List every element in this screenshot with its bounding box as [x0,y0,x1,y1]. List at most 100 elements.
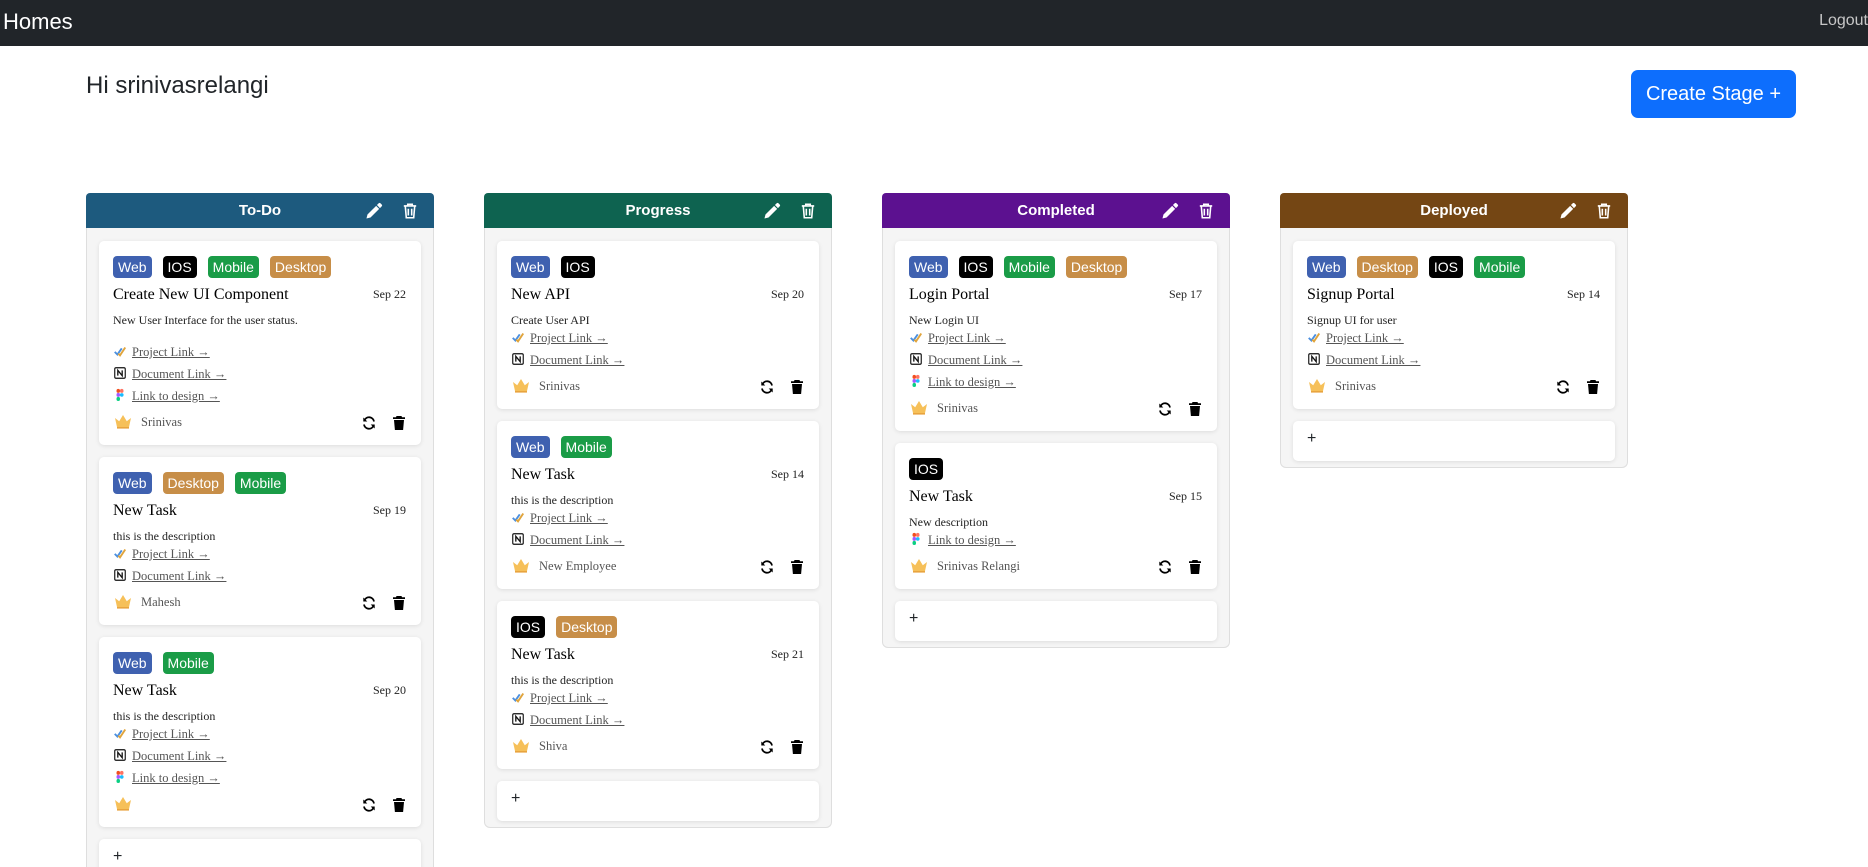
create-stage-button[interactable]: Create Stage + [1631,70,1796,118]
crown-icon [113,592,133,610]
edit-stage-pencil-icon[interactable] [763,202,781,220]
project-link[interactable]: Project Link → [113,726,210,742]
sync-icon[interactable] [759,379,775,395]
project-link[interactable]: Project Link → [511,330,608,346]
project-link[interactable]: Project Link → [1307,330,1404,346]
task-card[interactable]: Web Desktop IOS Mobile Signup Portal Sep 14 Si… [1293,241,1615,409]
stage-body: Web IOS Mobile Desktop Login Portal Sep 17 New… [882,228,1230,648]
tag-badge: Mobile [162,652,214,674]
design-link[interactable]: Link to design → [113,770,220,786]
sync-icon[interactable] [361,595,377,611]
delete-stage-trash-icon[interactable] [1197,202,1215,220]
task-card[interactable]: Web IOS Mobile Desktop Create New UI Compone… [99,241,421,445]
delete-task-icon[interactable] [391,415,407,431]
sync-icon[interactable] [1157,559,1173,575]
assignee [113,794,141,814]
project-icon [909,330,923,344]
document-link-label: Document Link → [530,713,625,727]
document-link[interactable]: Document Link → [1307,352,1420,368]
tag-list: Web IOS [511,256,606,278]
delete-stage-trash-icon[interactable] [401,202,419,220]
tag-list: IOS Desktop [511,616,628,638]
assignee: Srinivas [909,398,978,418]
sync-icon[interactable] [1555,379,1571,395]
document-link[interactable]: Document Link → [113,366,226,382]
assignee-name: Srinivas [539,379,580,393]
add-task-button[interactable]: + [895,601,1217,641]
sync-icon[interactable] [759,739,775,755]
edit-stage-pencil-icon[interactable] [1161,202,1179,220]
design-link-label: Link to design → [132,771,220,785]
design-link[interactable]: Link to design → [113,388,220,404]
task-description: New Login UI [909,313,979,327]
document-link[interactable]: Document Link → [511,352,624,368]
project-link-label: Project Link → [928,331,1006,345]
task-card[interactable]: IOS Desktop New Task Sep 21 this is the desc… [497,601,819,769]
add-task-button[interactable]: + [99,839,421,867]
tag-badge: Web [511,436,550,458]
design-link[interactable]: Link to design → [909,532,1016,548]
design-icon [909,532,923,546]
tag-list: Web Desktop IOS Mobile [1307,256,1536,278]
project-link[interactable]: Project Link → [511,510,608,526]
document-link[interactable]: Document Link → [113,748,226,764]
project-link[interactable]: Project Link → [909,330,1006,346]
delete-task-icon[interactable] [789,379,805,395]
delete-task-icon[interactable] [789,739,805,755]
task-description: New User Interface for the user status. [113,313,298,327]
stage-header: Completed [882,193,1230,228]
sync-icon[interactable] [361,415,377,431]
sync-icon[interactable] [361,797,377,813]
project-link[interactable]: Project Link → [511,690,608,706]
logout-link[interactable]: Logout [1819,12,1868,30]
document-link[interactable]: Document Link → [511,712,624,728]
delete-task-icon[interactable] [1585,379,1601,395]
tag-badge: Mobile [234,472,287,494]
tag-badge: Web [909,256,948,278]
project-link[interactable]: Project Link → [113,546,210,562]
task-date: Sep 15 [1169,489,1202,503]
project-link-label: Project Link → [1326,331,1404,345]
tag-list: Web IOS Mobile Desktop [909,256,1138,278]
delete-stage-trash-icon[interactable] [1595,202,1613,220]
document-link[interactable]: Document Link → [113,568,226,584]
task-card[interactable]: Web IOS Mobile Desktop Login Portal Sep 17 New… [895,241,1217,431]
project-link[interactable]: Project Link → [113,344,210,360]
task-card[interactable]: Web Mobile New Task Sep 20 this is the descr… [99,637,421,827]
project-icon [511,690,525,704]
delete-task-icon[interactable] [1187,401,1203,417]
delete-stage-trash-icon[interactable] [799,202,817,220]
assignee: New Employee [511,556,616,576]
tag-list: Web Mobile [113,652,225,674]
project-icon [113,726,127,740]
task-card[interactable]: IOS New Task Sep 15 New description Link to … [895,443,1217,589]
design-link[interactable]: Link to design → [909,374,1016,390]
add-task-button[interactable]: + [1293,421,1615,461]
task-card[interactable]: Web IOS New API Sep 20 Create User API Projec… [497,241,819,409]
design-icon [909,374,923,388]
delete-task-icon[interactable] [391,595,407,611]
task-card[interactable]: Web Desktop Mobile New Task Sep 19 this is th… [99,457,421,625]
crown-icon [113,794,133,812]
crown-icon [909,556,929,574]
sync-icon[interactable] [1157,401,1173,417]
tag-list: Web IOS Mobile Desktop [113,256,342,278]
task-description: this is the description [511,673,614,687]
tag-badge: Web [113,256,152,278]
add-task-button[interactable]: + [497,781,819,821]
edit-stage-pencil-icon[interactable] [1559,202,1577,220]
document-link[interactable]: Document Link → [909,352,1022,368]
card-actions [759,559,819,575]
delete-task-icon[interactable] [1187,559,1203,575]
task-description: this is the description [113,529,216,543]
card-actions [1157,401,1217,417]
document-link[interactable]: Document Link → [511,532,624,548]
delete-task-icon[interactable] [391,797,407,813]
task-card[interactable]: Web Mobile New Task Sep 14 this is the descr… [497,421,819,589]
brand-link[interactable]: Homes [3,9,73,35]
assignee: Srinivas [511,376,580,396]
sync-icon[interactable] [759,559,775,575]
tag-badge: Desktop [1065,256,1128,278]
edit-stage-pencil-icon[interactable] [365,202,383,220]
delete-task-icon[interactable] [789,559,805,575]
